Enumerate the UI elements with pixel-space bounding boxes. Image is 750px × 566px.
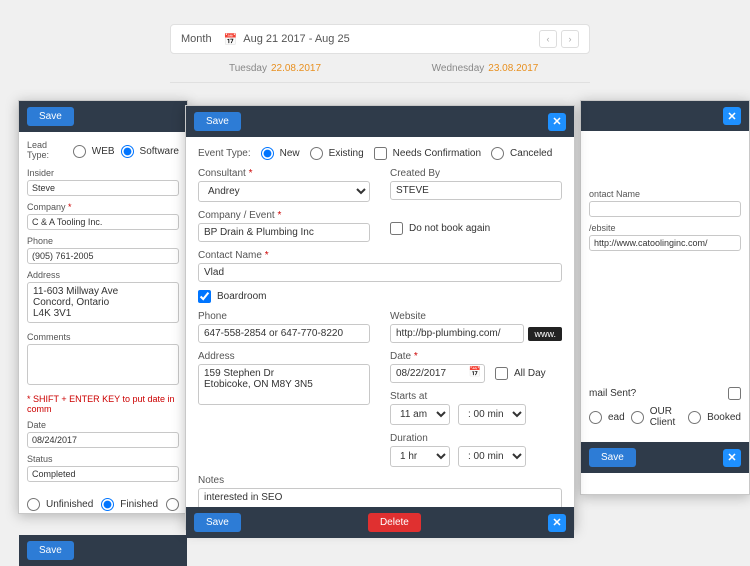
company-field[interactable] bbox=[27, 214, 179, 230]
address-field[interactable]: 159 Stephen Dr Etobicoke, ON M8Y 3N5 bbox=[198, 364, 370, 405]
event-edit-panel: Save ✕ Event Type: New Existing Needs Co… bbox=[185, 105, 575, 530]
contact-name-field[interactable] bbox=[198, 263, 562, 282]
date-field[interactable] bbox=[27, 432, 179, 448]
calendar-prev-button[interactable]: ‹ bbox=[539, 30, 557, 48]
save-button[interactable]: Save bbox=[194, 513, 241, 532]
website-field[interactable] bbox=[589, 235, 741, 251]
event-type-existing[interactable]: Existing bbox=[310, 147, 364, 160]
contact-name-field[interactable] bbox=[589, 201, 741, 217]
save-button[interactable]: Save bbox=[27, 541, 74, 560]
lead-type-software[interactable]: Software bbox=[121, 145, 179, 158]
calendar-icon[interactable]: 📅 bbox=[469, 367, 481, 378]
lead-type-row: Lead Type: WEB Software bbox=[27, 140, 179, 162]
event-type-new[interactable]: New bbox=[261, 147, 300, 160]
duration-min-select[interactable]: : 00 min bbox=[458, 446, 526, 467]
created-by-field[interactable] bbox=[390, 181, 562, 200]
comments-field[interactable] bbox=[27, 344, 179, 385]
type-ourclient[interactable]: OUR Client bbox=[631, 406, 682, 428]
status-field[interactable] bbox=[27, 466, 179, 482]
status-finished[interactable]: Finished bbox=[101, 498, 158, 511]
calendar-month-label[interactable]: Month bbox=[181, 33, 212, 45]
calendar-day-col: Wednesday 23.08.2017 bbox=[380, 55, 590, 82]
email-sent-checkbox[interactable] bbox=[728, 387, 741, 400]
calendar-day-col: Tuesday 22.08.2017 bbox=[170, 55, 380, 82]
delete-button[interactable]: Delete bbox=[368, 513, 421, 532]
secondary-edit-panel: ✕ ontact Name /ebsite mail Sent? ead OUR… bbox=[580, 100, 750, 495]
save-button[interactable]: Save bbox=[27, 107, 74, 126]
phone-field[interactable] bbox=[198, 324, 370, 343]
close-icon[interactable]: ✕ bbox=[723, 449, 741, 467]
calendar-icon: 📅 bbox=[224, 33, 238, 46]
starts-min-select[interactable]: : 00 min bbox=[458, 404, 526, 425]
starts-hour-select[interactable]: 11 am bbox=[390, 404, 450, 425]
website-field[interactable] bbox=[390, 324, 524, 343]
phone-field[interactable] bbox=[27, 248, 179, 264]
consultant-select[interactable]: Andrey bbox=[198, 181, 370, 202]
close-icon[interactable]: ✕ bbox=[548, 514, 566, 532]
notes-field[interactable]: interested in SEO bbox=[198, 488, 562, 507]
event-type-canceled[interactable]: Canceled bbox=[491, 147, 552, 160]
shift-enter-note: * SHIFT + ENTER KEY to put date in comm bbox=[27, 394, 179, 414]
lead-edit-panel: Save Lead Type: WEB Software Insider Com… bbox=[18, 100, 188, 514]
type-booked[interactable]: Booked bbox=[688, 411, 741, 424]
type-lead[interactable]: ead bbox=[589, 411, 625, 424]
calendar-range[interactable]: 📅 Aug 21 2017 - Aug 25 bbox=[224, 33, 350, 46]
do-not-book-checkbox[interactable]: Do not book again bbox=[390, 222, 562, 235]
insider-field[interactable] bbox=[27, 180, 179, 196]
save-button[interactable]: Save bbox=[589, 448, 636, 467]
close-icon[interactable]: ✕ bbox=[548, 113, 566, 131]
all-day-checkbox[interactable]: All Day bbox=[495, 367, 546, 380]
calendar-toolbar: Month 📅 Aug 21 2017 - Aug 25 ‹ › bbox=[170, 24, 590, 54]
email-sent-row: mail Sent? bbox=[589, 387, 741, 400]
status-unfinished[interactable]: Unfinished bbox=[27, 498, 93, 511]
address-field[interactable]: 11-603 Millway Ave Concord, Ontario L4K … bbox=[27, 282, 179, 323]
save-button[interactable]: Save bbox=[194, 112, 241, 131]
calendar-day-header: Tuesday 22.08.2017 Wednesday 23.08.2017 bbox=[170, 55, 590, 83]
close-icon[interactable]: ✕ bbox=[723, 107, 741, 125]
event-needs-confirmation[interactable]: Needs Confirmation bbox=[374, 147, 481, 160]
www-badge[interactable]: www. bbox=[528, 327, 562, 341]
boardroom-checkbox[interactable]: Boardroom bbox=[198, 290, 562, 303]
calendar-next-button[interactable]: › bbox=[561, 30, 579, 48]
duration-hour-select[interactable]: 1 hr bbox=[390, 446, 450, 467]
status-radios: Unfinished Finished Do Not C bbox=[27, 488, 179, 521]
lead-type-web[interactable]: WEB bbox=[73, 145, 115, 158]
company-event-field[interactable] bbox=[198, 223, 370, 242]
